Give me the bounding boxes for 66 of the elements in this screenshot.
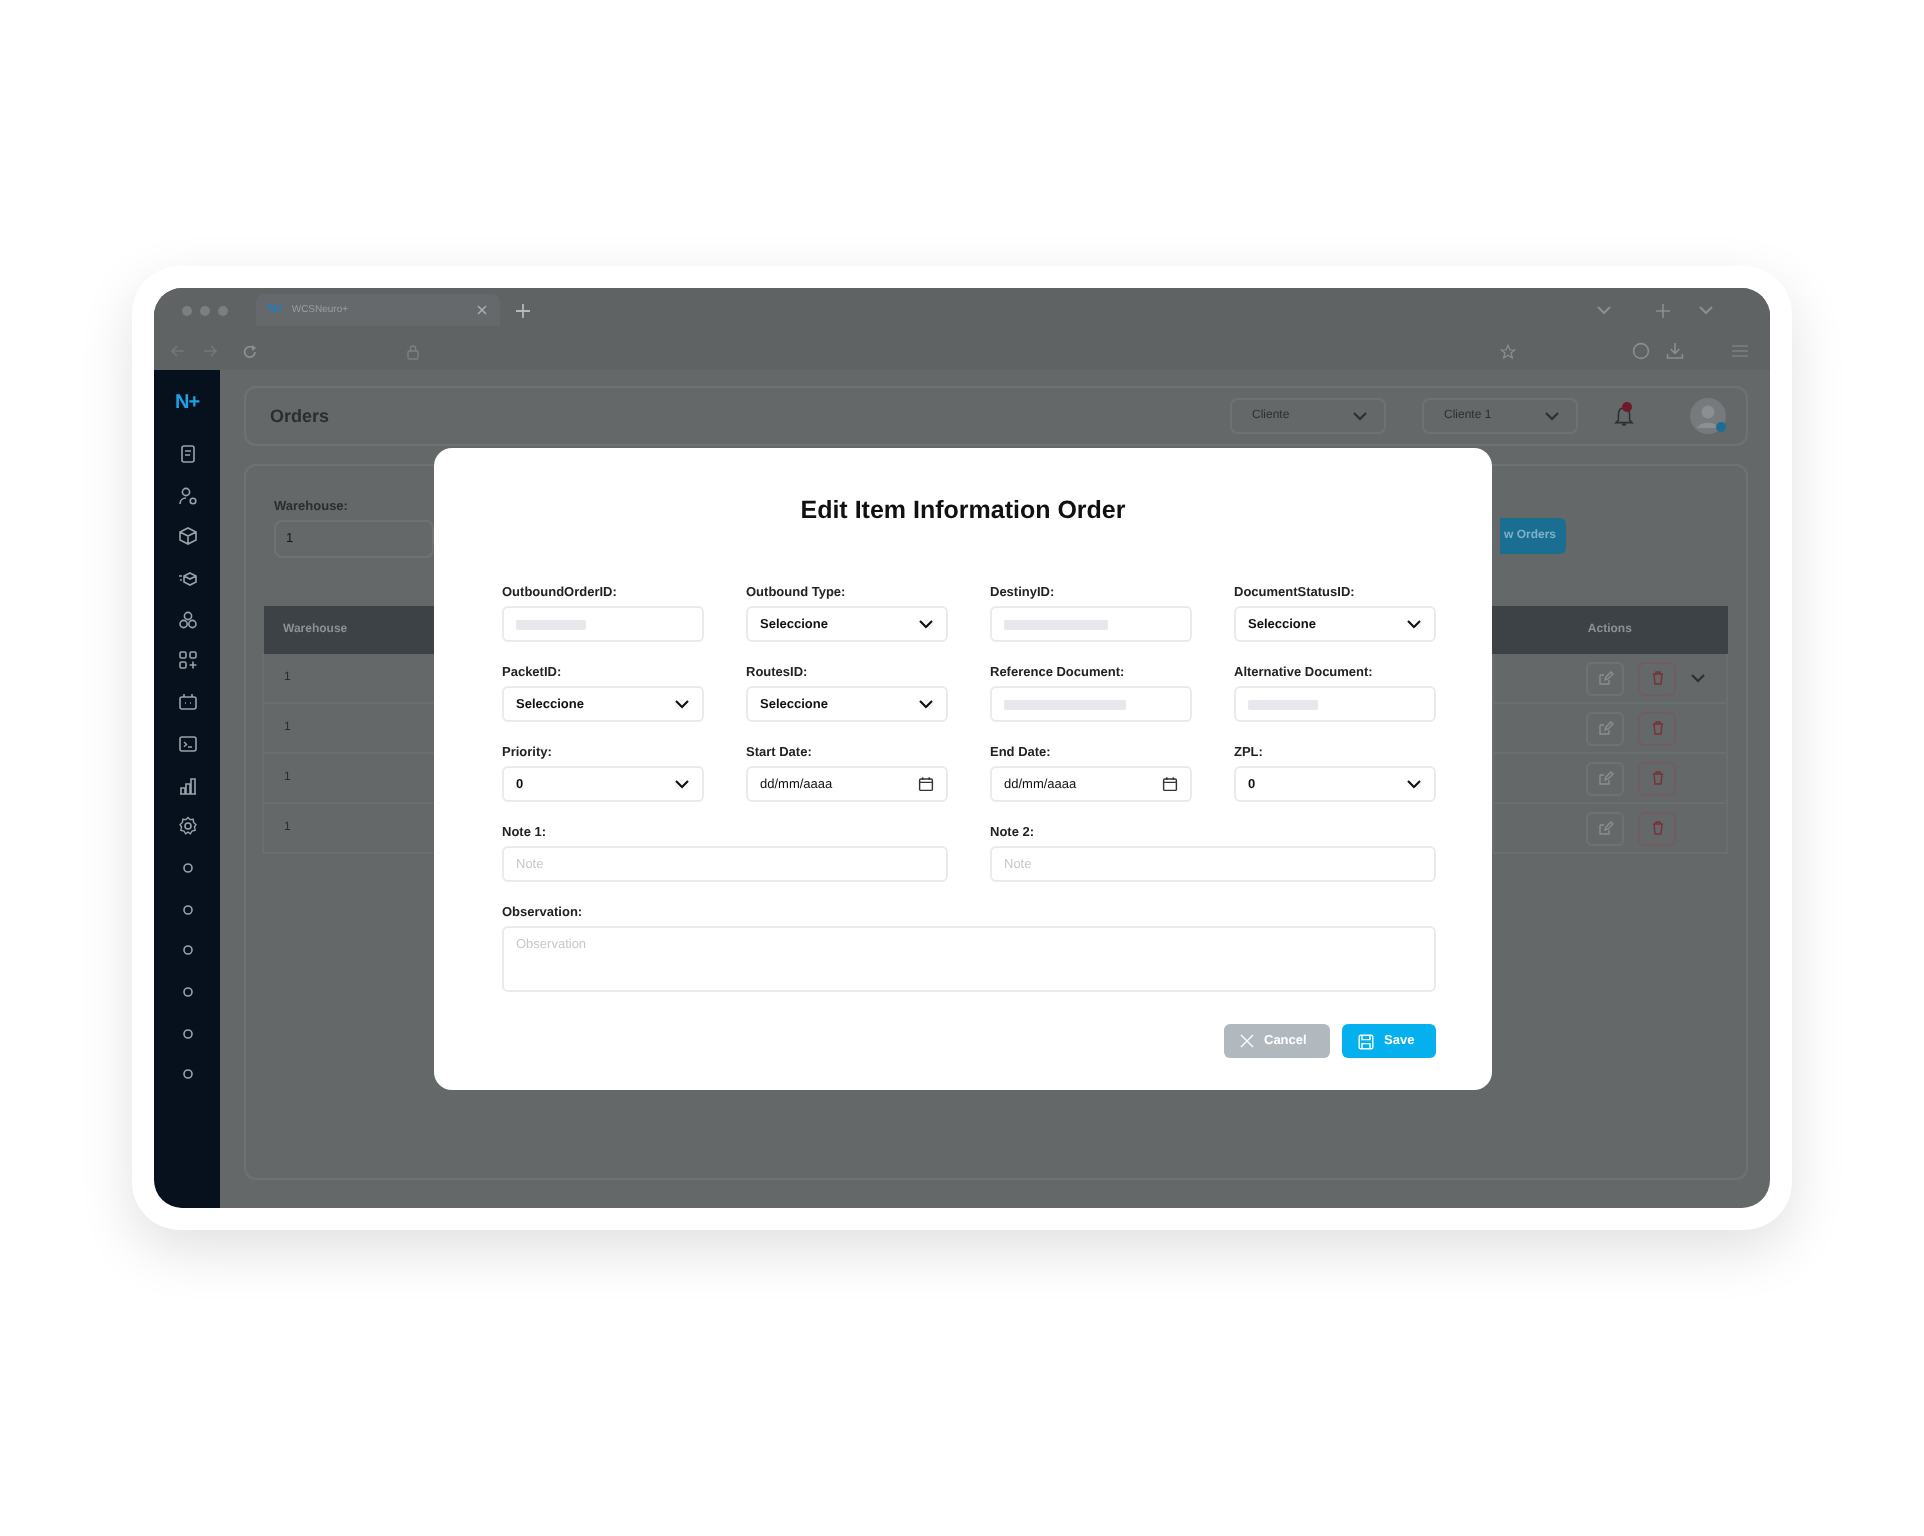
edit-icon (1597, 770, 1613, 786)
dot-icon[interactable] (177, 899, 197, 920)
chevron-down-icon (918, 618, 934, 630)
save-icon (1358, 1033, 1374, 1049)
sidebar-icon[interactable] (177, 775, 197, 795)
modal-title: Edit Item Information Order (798, 496, 1128, 524)
chevron-down-icon[interactable] (1698, 304, 1714, 316)
status-dot (1716, 422, 1726, 432)
lock-icon (406, 343, 420, 359)
app-logo[interactable]: N+ (174, 392, 200, 414)
chevron-down-icon[interactable] (1690, 672, 1706, 684)
chevron-down-icon (674, 698, 690, 710)
bell-icon[interactable] (1614, 405, 1634, 427)
chevron-down-icon (918, 698, 934, 710)
dot-icon[interactable] (177, 981, 197, 1002)
sidebar-icon[interactable] (177, 609, 197, 630)
chevron-down-icon[interactable] (1596, 304, 1612, 316)
sidebar-icon[interactable] (177, 485, 197, 506)
close-icon[interactable] (476, 304, 488, 316)
input-field[interactable] (502, 606, 704, 642)
dot-icon[interactable] (177, 1023, 197, 1044)
close-icon (1240, 1034, 1254, 1048)
sidebar-icon[interactable] (177, 526, 197, 547)
edit-icon (1597, 720, 1613, 736)
chevron-down-icon (1406, 778, 1422, 790)
dot-icon[interactable] (177, 857, 197, 878)
delete-button[interactable] (1638, 661, 1676, 695)
sidebar-icon[interactable] (177, 816, 197, 837)
chevron-down-icon (1544, 410, 1560, 422)
chevron-down-icon (674, 778, 690, 790)
edit-icon (1597, 820, 1613, 836)
sidebar-icon[interactable] (177, 733, 197, 754)
trash-icon (1649, 720, 1665, 736)
plus-icon[interactable] (1656, 303, 1670, 317)
input-field[interactable] (1234, 686, 1436, 722)
delete-button[interactable] (1638, 711, 1676, 745)
calendar-icon (1162, 776, 1178, 792)
input-field[interactable] (990, 686, 1192, 722)
edit-button[interactable] (1586, 711, 1624, 745)
calendar-icon (918, 776, 934, 792)
edit-button[interactable] (1586, 811, 1624, 845)
dot-icon[interactable] (177, 1064, 197, 1085)
chevron-down-icon (1406, 618, 1422, 630)
trash-icon (1649, 820, 1665, 836)
star-icon[interactable] (1500, 343, 1516, 359)
trash-icon (1649, 670, 1665, 686)
page-title: Orders (270, 406, 332, 426)
trash-icon (1649, 770, 1665, 786)
delete-button[interactable] (1638, 761, 1676, 795)
circle-icon[interactable] (1632, 342, 1650, 360)
reload-icon[interactable] (242, 343, 258, 359)
sidebar-icon[interactable] (177, 568, 197, 589)
plus-icon[interactable] (516, 303, 530, 317)
chevron-down-icon (1352, 410, 1368, 422)
download-icon[interactable] (1666, 342, 1684, 360)
delete-button[interactable] (1638, 811, 1676, 845)
edit-button[interactable] (1586, 761, 1624, 795)
sidebar-icon[interactable] (177, 692, 197, 713)
avatar-icon[interactable] (1690, 398, 1726, 434)
dot-icon[interactable] (177, 940, 197, 961)
sidebar-icon[interactable] (177, 444, 197, 464)
menu-icon[interactable] (1732, 344, 1748, 358)
edit-icon (1597, 670, 1613, 686)
edit-button[interactable] (1586, 661, 1624, 695)
input-field[interactable] (990, 606, 1192, 642)
sidebar-icon[interactable] (177, 650, 197, 671)
